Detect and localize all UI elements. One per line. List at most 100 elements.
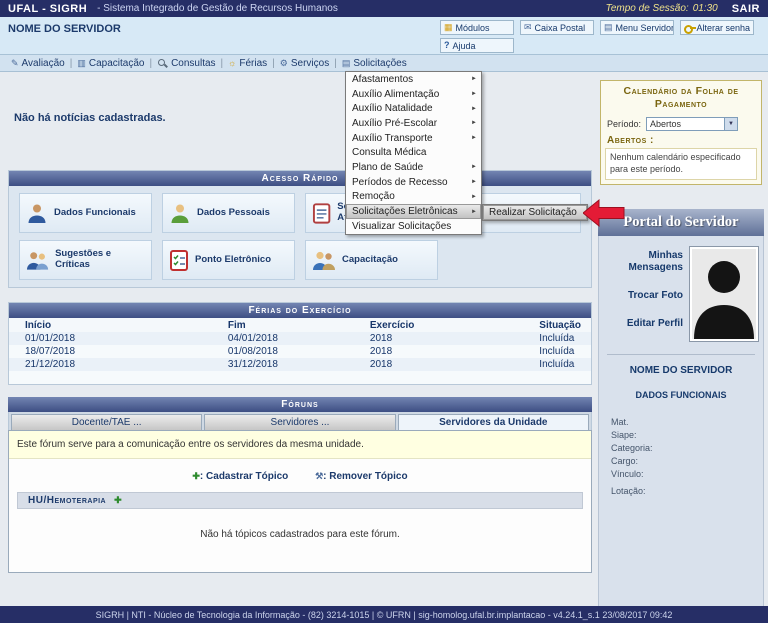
- evaluation-icon: ✎: [11, 59, 19, 68]
- remove-icon: ⚒: [315, 471, 323, 481]
- dropdown-item-periodos-de-recesso[interactable]: Períodos de Recesso►: [346, 175, 481, 190]
- create-topic-action[interactable]: ✚: Cadastrar Tópico: [192, 471, 288, 482]
- sidebar-section-title: DADOS FUNCIONAIS: [603, 390, 759, 400]
- logout-link[interactable]: SAIR: [732, 3, 760, 15]
- table-header-row: Início Fim Exercício Situação: [9, 318, 591, 332]
- menu-item-capacitacao[interactable]: ▥ Capacitação: [72, 58, 149, 69]
- period-select[interactable]: Abertos ▼: [646, 117, 738, 131]
- gear-icon: ⚙: [280, 59, 288, 68]
- help-button[interactable]: ? Ajuda: [440, 38, 514, 53]
- change-password-button-label: Alterar senha: [696, 23, 750, 33]
- col-fim: Fim: [212, 318, 354, 332]
- dropdown-item-auxilio-pre-escolar[interactable]: Auxílio Pré-Escolar►: [346, 116, 481, 131]
- dropdown-item-auxilio-transporte[interactable]: Auxílio Transporte►: [346, 131, 481, 146]
- calendar-section-label: Abertos :: [607, 135, 757, 146]
- menu-item-solicitacoes[interactable]: ▤ Solicitações: [337, 58, 412, 69]
- main-menu-bar: ✎ Avaliação | ▥ Capacitação | Consultas …: [0, 55, 768, 72]
- remove-topic-action[interactable]: ⚒: Remover Tópico: [315, 471, 408, 482]
- menu-item-label: Avaliação: [22, 58, 65, 69]
- shortcut-label: Ponto Eletrônico: [195, 255, 271, 266]
- change-photo-link[interactable]: Trocar Foto: [628, 290, 683, 302]
- menu-item-label: Consultas: [171, 58, 215, 69]
- cell: Incluída: [523, 358, 591, 371]
- solicitacoes-eletronicas-submenu: Realizar Solicitação: [482, 204, 588, 221]
- session-timer-label: Tempo de Sessão:: [606, 3, 689, 14]
- dropdown-item-label: Períodos de Recesso: [352, 177, 448, 188]
- right-sidebar: Calendário da Folha de Pagamento Período…: [598, 76, 764, 607]
- my-messages-link[interactable]: Minhas Mensagens: [621, 250, 683, 274]
- field-cargo: Cargo:: [611, 455, 759, 467]
- dropdown-item-consulta-medica[interactable]: Consulta Médica: [346, 145, 481, 160]
- change-password-button[interactable]: Alterar senha: [680, 20, 754, 35]
- submenu-arrow-icon: ►: [471, 135, 477, 141]
- shortcut-label: Capacitação: [342, 255, 398, 266]
- period-select-value: Abertos: [650, 119, 681, 129]
- forums-panel: Fóruns Docente/TAE ... Servidores ... Se…: [8, 397, 592, 573]
- dropdown-item-auxilio-natalidade[interactable]: Auxílio Natalidade►: [346, 101, 481, 116]
- server-menu-button[interactable]: ▤ Menu Servidor: [600, 20, 674, 35]
- cell: 21/12/2018: [9, 358, 212, 371]
- field-siape: Siape:: [611, 429, 759, 441]
- menu-item-servicos[interactable]: ⚙ Serviços: [275, 58, 334, 69]
- submenu-item-label: Realizar Solicitação: [489, 207, 577, 218]
- submenu-item-realizar-solicitacao[interactable]: Realizar Solicitação: [483, 205, 587, 220]
- dropdown-item-solicitacoes-eletronicas[interactable]: Solicitações Eletrônicas►: [346, 204, 481, 219]
- submenu-arrow-icon: ►: [471, 164, 477, 170]
- menu-item-label: Férias: [239, 58, 267, 69]
- shortcut-label: Sugestões e Críticas: [55, 249, 145, 271]
- footer-text: SIGRH | NTI - Núcleo de Tecnologia da In…: [96, 610, 673, 620]
- quick-access-title: Acesso Rápido: [9, 171, 591, 186]
- session-timer-value: 01:30: [693, 3, 718, 14]
- menu-item-label: Capacitação: [89, 58, 145, 69]
- shortcut-dados-funcionais[interactable]: Dados Funcionais: [19, 193, 152, 233]
- user-name: NOME DO SERVIDOR: [8, 20, 121, 52]
- requests-icon: ▤: [342, 59, 351, 68]
- dropdown-item-plano-de-saude[interactable]: Plano de Saúde►: [346, 160, 481, 175]
- dropdown-item-auxilio-alimentacao[interactable]: Auxílio Alimentação►: [346, 87, 481, 102]
- payroll-calendar-title: Calendário da Folha de Pagamento: [605, 85, 757, 111]
- menu-item-label: Solicitações: [353, 58, 406, 69]
- mail-icon: ✉: [524, 23, 532, 32]
- menu-item-consultas[interactable]: Consultas: [152, 58, 220, 69]
- modules-button[interactable]: ▦ Módulos: [440, 20, 514, 35]
- col-situacao: Situação: [523, 318, 591, 332]
- cell: 04/01/2018: [212, 332, 354, 345]
- dropdown-item-remocao[interactable]: Remoção►: [346, 190, 481, 205]
- col-inicio: Início: [9, 318, 212, 332]
- cell: 2018: [354, 358, 523, 371]
- col-exercicio: Exercício: [354, 318, 523, 332]
- app-brand: UFAL - SIGRH: [8, 3, 87, 15]
- app-subtitle: - Sistema Integrado de Gestão de Recurso…: [97, 3, 338, 14]
- submenu-arrow-icon: ►: [471, 194, 477, 200]
- mailbox-button[interactable]: ✉ Caixa Postal: [520, 20, 594, 35]
- submenu-arrow-icon: ►: [471, 76, 477, 82]
- tab-servidores[interactable]: Servidores ...: [204, 414, 395, 430]
- person-icon: [26, 202, 48, 224]
- menu-item-ferias[interactable]: ☼ Férias: [223, 58, 272, 69]
- edit-profile-link[interactable]: Editar Perfil: [627, 318, 683, 330]
- forum-actions: ✚: Cadastrar Tópico ⚒: Remover Tópico: [9, 459, 591, 492]
- menu-item-avaliacao[interactable]: ✎ Avaliação: [6, 58, 70, 69]
- forum-group-header[interactable]: HU/Hemoterapia ✚: [17, 492, 583, 509]
- table-row: 21/12/2018 31/12/2018 2018 Incluída: [9, 358, 591, 371]
- dropdown-item-afastamentos[interactable]: Afastamentos►: [346, 72, 481, 87]
- tab-servidores-da-unidade[interactable]: Servidores da Unidade: [398, 414, 589, 430]
- shortcut-dados-pessoais[interactable]: Dados Pessoais: [162, 193, 295, 233]
- key-icon: [684, 24, 693, 32]
- shortcut-capacitacao[interactable]: Capacitação: [305, 240, 438, 280]
- create-topic-label: : Cadastrar Tópico: [200, 471, 288, 482]
- shortcut-sugestoes-criticas[interactable]: Sugestões e Críticas: [19, 240, 152, 280]
- quick-access-panel: Acesso Rápido Dados Funcionais Dados Pes…: [8, 170, 592, 288]
- dropdown-item-label: Consulta Médica: [352, 147, 426, 158]
- modules-button-label: Módulos: [456, 23, 490, 33]
- vacations-panel: Férias do Exercício Início Fim Exercício…: [8, 302, 592, 385]
- dropdown-item-visualizar-solicitacoes[interactable]: Visualizar Solicitações: [346, 219, 481, 234]
- menu-icon: ▤: [604, 23, 613, 32]
- tab-docente-tae[interactable]: Docente/TAE ...: [11, 414, 202, 430]
- shortcut-ponto-eletronico[interactable]: Ponto Eletrônico: [162, 240, 295, 280]
- submenu-arrow-icon: ►: [471, 91, 477, 97]
- clipboard-icon: [312, 202, 331, 224]
- sun-icon: ☼: [228, 59, 236, 68]
- forums-title: Fóruns: [8, 397, 592, 412]
- dropdown-item-label: Visualizar Solicitações: [352, 221, 451, 232]
